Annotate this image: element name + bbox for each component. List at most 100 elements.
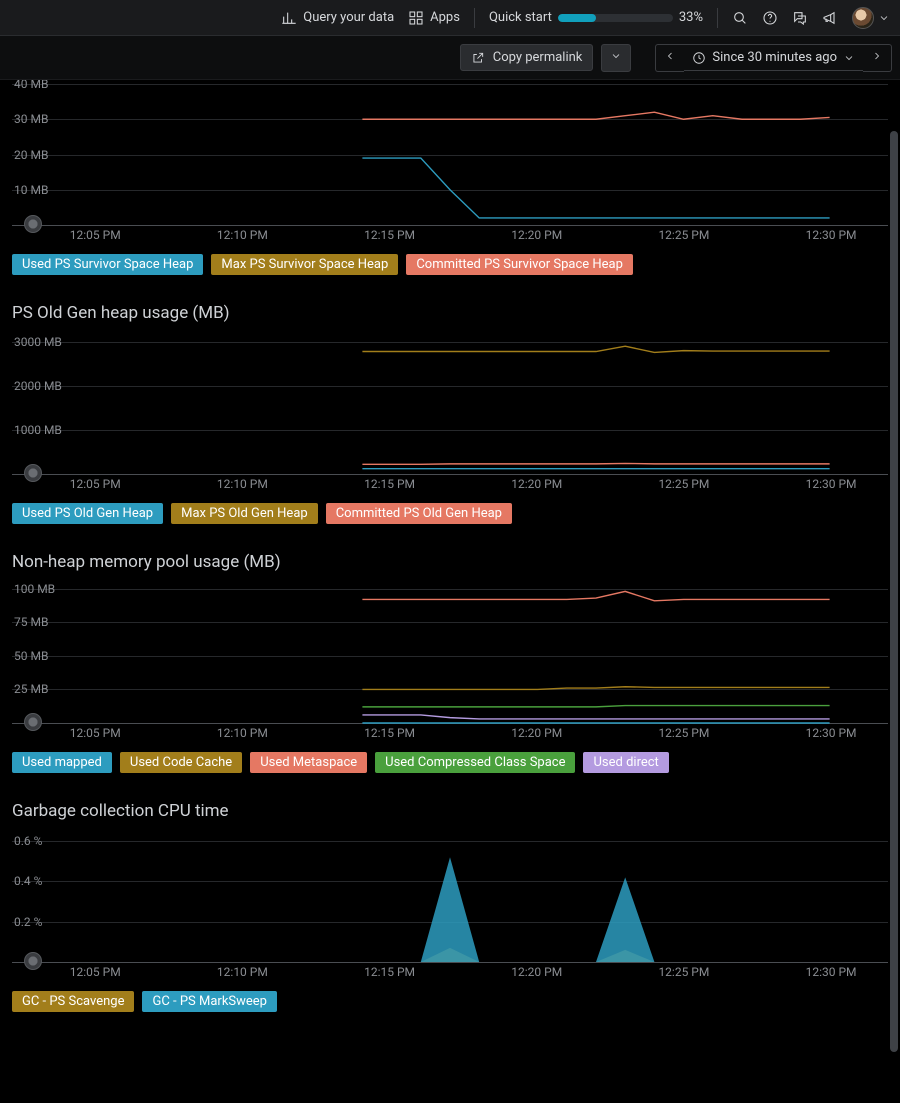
x-tick-label: 12:10 PM (217, 228, 268, 242)
time-range-group: Since 30 minutes ago (655, 44, 892, 72)
copy-permalink-button[interactable]: Copy permalink (460, 44, 594, 71)
time-range-button[interactable]: Since 30 minutes ago (684, 44, 863, 71)
legend-item[interactable]: Used Metaspace (250, 752, 367, 773)
legend-item[interactable]: Max PS Survivor Space Heap (211, 254, 398, 275)
feedback-button[interactable] (792, 10, 808, 26)
x-tick-label: 12:15 PM (364, 228, 415, 242)
scrollbar-thumb[interactable] (890, 131, 898, 1052)
x-tick-label: 12:10 PM (217, 965, 268, 979)
legend-item[interactable]: Used PS Old Gen Heap (12, 503, 163, 524)
permalink-menu-button[interactable] (601, 44, 631, 72)
series-line (362, 463, 829, 464)
y-tick-label: 2000 MB (14, 379, 62, 393)
copy-permalink-label: Copy permalink (493, 50, 583, 65)
y-tick-label: 100 MB (14, 582, 55, 596)
progress-fill (558, 14, 596, 22)
quickstart-label: Quick start (489, 10, 552, 25)
grid-line (12, 342, 888, 343)
x-tick-label: 12:15 PM (364, 726, 415, 740)
y-tick-label: 3000 MB (14, 335, 62, 349)
grid-line (12, 622, 888, 623)
chart-plot[interactable]: 1000 MB2000 MB3000 MB12:05 PM12:10 PM12:… (12, 333, 888, 493)
chart-plot[interactable]: 25 MB50 MB75 MB100 MB12:05 PM12:10 PM12:… (12, 582, 888, 742)
grid-line (12, 656, 888, 657)
grid-line (12, 190, 888, 191)
legend-item[interactable]: Used PS Survivor Space Heap (12, 254, 203, 275)
query-data-label: Query your data (303, 10, 394, 25)
search-button[interactable] (732, 10, 748, 26)
y-tick-label: 75 MB (14, 615, 48, 629)
apps-grid-icon (408, 10, 424, 26)
x-tick-label: 12:05 PM (70, 726, 121, 740)
x-tick-label: 12:20 PM (511, 477, 562, 491)
x-axis: 12:05 PM12:10 PM12:15 PM12:20 PM12:25 PM… (12, 965, 888, 981)
divider (474, 8, 475, 28)
x-tick-label: 12:15 PM (364, 965, 415, 979)
legend-item[interactable]: GC - PS Scavenge (12, 991, 134, 1012)
help-button[interactable] (762, 10, 778, 26)
grid-line (12, 155, 888, 156)
x-tick-label: 12:05 PM (70, 228, 121, 242)
apps-link[interactable]: Apps (408, 10, 460, 26)
legend: Used mapped Used Code Cache Used Metaspace… (12, 752, 888, 773)
x-tick-label: 12:30 PM (806, 965, 857, 979)
series-line (362, 706, 829, 707)
y-tick-label: 10 MB (14, 183, 48, 197)
help-icon (762, 10, 778, 26)
chevron-left-icon (664, 50, 676, 62)
chart-title: Non-heap memory pool usage (MB) (12, 552, 888, 572)
chart-nonheap: Non-heap memory pool usage (MB)25 MB50 M… (12, 552, 888, 773)
scrollbar[interactable] (888, 80, 900, 1103)
series-svg (12, 333, 888, 474)
x-tick-label: 12:10 PM (217, 477, 268, 491)
x-axis: 12:05 PM12:10 PM12:15 PM12:20 PM12:25 PM… (12, 726, 888, 742)
legend: Used PS Old Gen Heap Max PS Old Gen Heap C… (12, 503, 888, 524)
user-menu[interactable] (852, 7, 890, 29)
time-next-button[interactable] (863, 44, 892, 72)
x-tick-label: 12:05 PM (70, 965, 121, 979)
series-svg (12, 582, 888, 723)
series-line (362, 158, 829, 218)
grid-line (12, 119, 888, 120)
legend-item[interactable]: Committed PS Old Gen Heap (326, 503, 512, 524)
time-range-label: Since 30 minutes ago (712, 50, 837, 65)
x-axis: 12:05 PM 12:10 PM 12:15 PM 12:20 PM 12:25 PM… (12, 477, 888, 493)
clock-icon (692, 51, 706, 65)
toolbar: Copy permalink Since 30 minutes ago (0, 36, 900, 80)
chart-title: Garbage collection CPU time (12, 801, 888, 821)
legend-item[interactable]: Committed PS Survivor Space Heap (406, 254, 633, 275)
legend-item[interactable]: Used Compressed Class Space (375, 752, 575, 773)
chevron-down-icon (878, 12, 890, 24)
chart-plot[interactable]: 10 MB20 MB30 MB40 MB 12:05 PM 12:10 PM 12:1… (12, 84, 888, 244)
legend-item[interactable]: GC - PS MarkSweep (142, 991, 277, 1012)
y-tick-label: 40 MB (14, 80, 48, 91)
legend-item[interactable]: Max PS Old Gen Heap (171, 503, 318, 524)
series-area (362, 948, 829, 962)
grid-line (12, 689, 888, 690)
chart-oldgen: PS Old Gen heap usage (MB)1000 MB2000 MB… (12, 303, 888, 524)
legend-item[interactable]: Used mapped (12, 752, 112, 773)
x-tick-label: 12:25 PM (658, 228, 709, 242)
x-tick-label: 12:05 PM (70, 477, 121, 491)
grid-line (12, 430, 888, 431)
x-tick-label: 12:25 PM (658, 477, 709, 491)
avatar (852, 7, 874, 29)
time-prev-button[interactable] (655, 44, 684, 72)
series-line (362, 591, 829, 600)
announce-button[interactable] (822, 10, 838, 26)
x-tick-label: 12:15 PM (364, 477, 415, 491)
plot-area: 10 MB20 MB30 MB40 MB (12, 84, 888, 226)
series-line (362, 346, 829, 352)
chart-title: PS Old Gen heap usage (MB) (12, 303, 888, 323)
legend-item[interactable]: Used Code Cache (120, 752, 242, 773)
x-tick-label: 12:25 PM (658, 965, 709, 979)
y-tick-label: 0.6 % (14, 834, 42, 848)
x-tick-label: 12:25 PM (658, 726, 709, 740)
legend: GC - PS Scavenge GC - PS MarkSweep (12, 991, 888, 1012)
legend-item[interactable]: Used direct (583, 752, 668, 773)
query-data-link[interactable]: Query your data (281, 10, 394, 26)
x-tick-label: 12:30 PM (806, 228, 857, 242)
grid-line (12, 881, 888, 882)
quickstart-section[interactable]: Quick start 33% (489, 10, 703, 25)
chart-plot[interactable]: 0.2 %0.4 %0.6 %12:05 PM12:10 PM12:15 PM1… (12, 831, 888, 981)
